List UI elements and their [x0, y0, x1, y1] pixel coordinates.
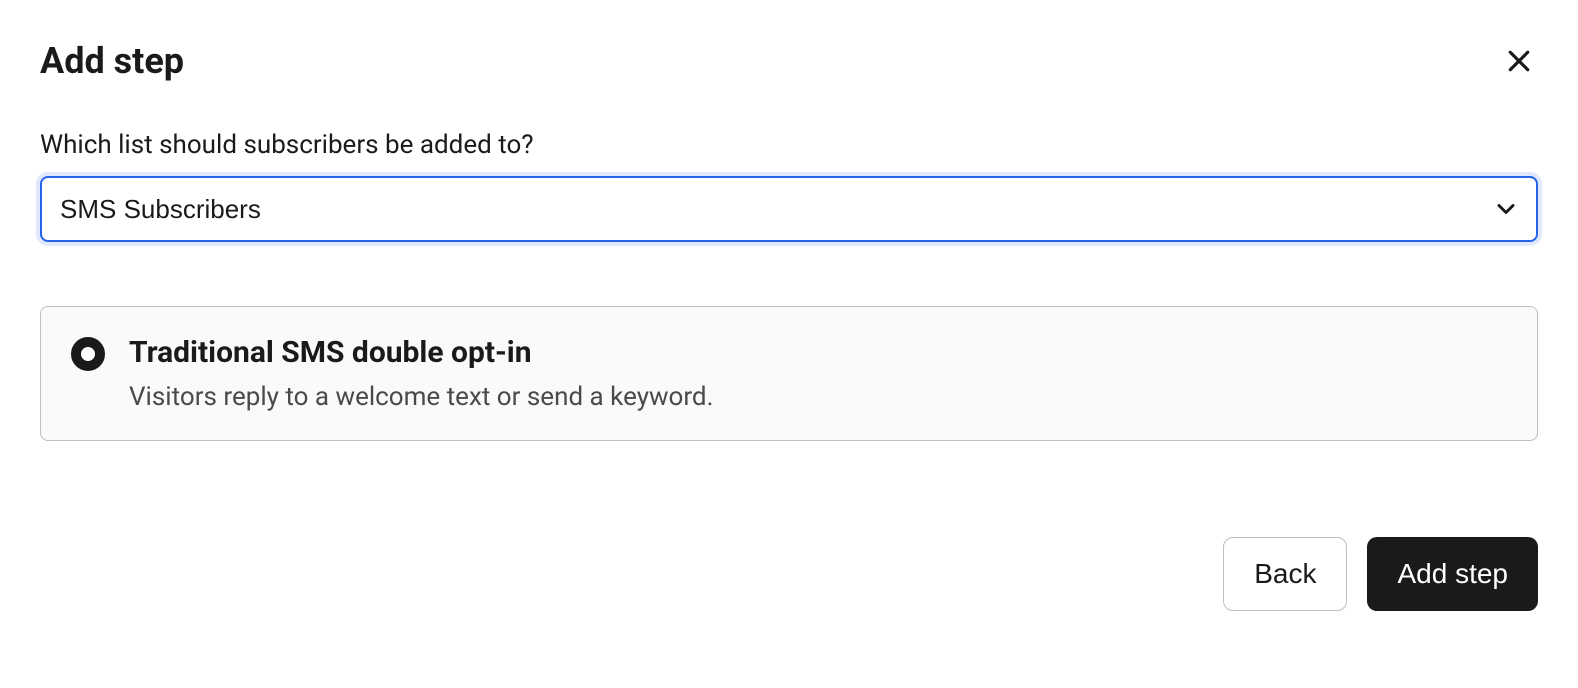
- option-title: Traditional SMS double opt-in: [129, 335, 1507, 370]
- optin-option-card[interactable]: Traditional SMS double opt-in Visitors r…: [40, 306, 1538, 441]
- close-button[interactable]: [1500, 42, 1538, 80]
- list-field: Which list should subscribers be added t…: [40, 130, 1538, 242]
- page-title: Add step: [40, 40, 184, 82]
- list-select[interactable]: [40, 176, 1538, 242]
- add-step-button[interactable]: Add step: [1367, 537, 1538, 611]
- close-icon: [1504, 46, 1534, 76]
- back-button[interactable]: Back: [1223, 537, 1347, 611]
- radio-selected-icon: [71, 337, 105, 371]
- list-select-wrapper: [40, 176, 1538, 242]
- option-description: Visitors reply to a welcome text or send…: [129, 382, 1507, 412]
- option-content: Traditional SMS double opt-in Visitors r…: [129, 335, 1507, 412]
- dialog-header: Add step: [40, 40, 1538, 82]
- list-field-label: Which list should subscribers be added t…: [40, 130, 1538, 160]
- dialog-footer: Back Add step: [40, 537, 1538, 611]
